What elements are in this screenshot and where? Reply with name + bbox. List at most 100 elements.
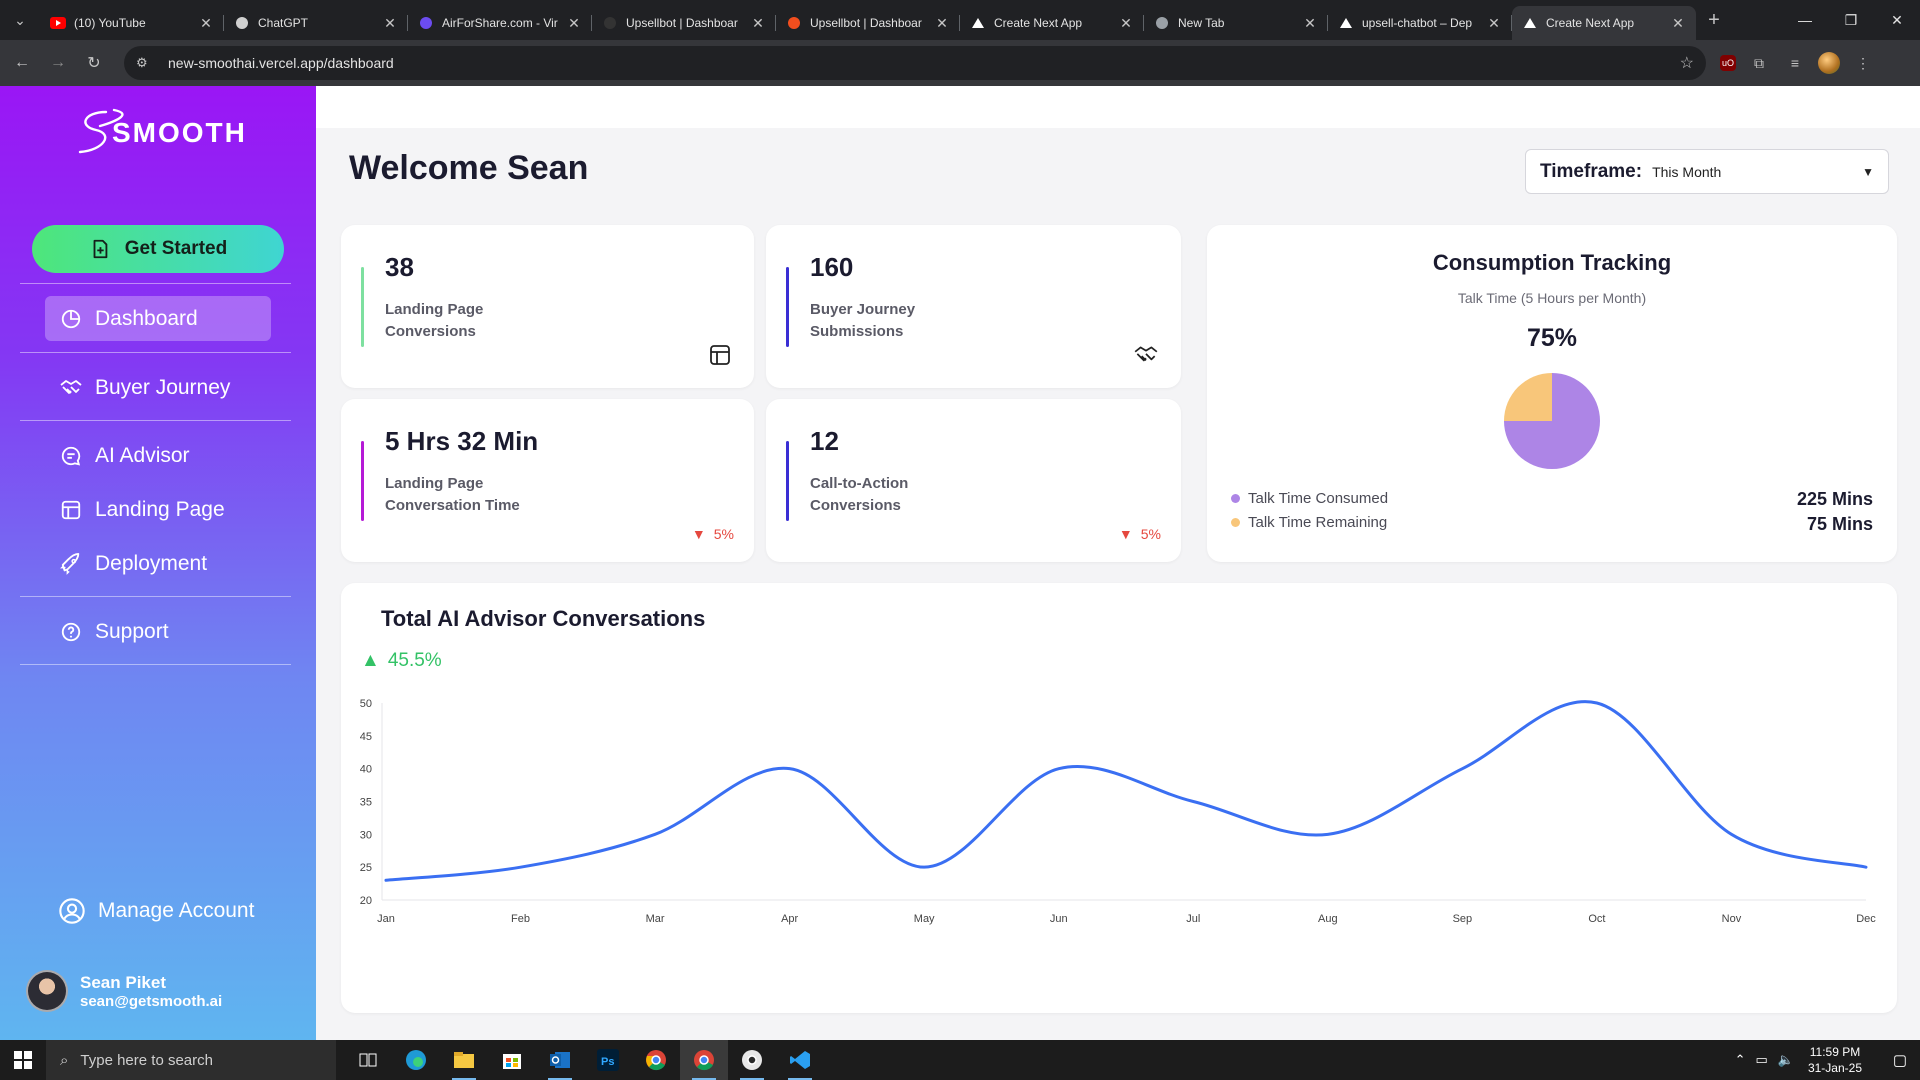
timeframe-select[interactable]: Timeframe: This Month ▼ (1525, 149, 1889, 194)
task-view-icon[interactable] (344, 1040, 392, 1080)
profile-avatar-icon[interactable] (1818, 52, 1840, 74)
user-email: sean@getsmooth.ai (80, 992, 223, 1010)
sidebar-divider (20, 420, 291, 421)
new-tab-button[interactable]: + (1696, 9, 1732, 32)
window-controls: — ❐ ✕ (1782, 0, 1920, 40)
arrow-up-icon: ▲ (361, 650, 380, 671)
caret-down-icon[interactable]: ▼ (1862, 165, 1874, 179)
legend-label: Talk Time Consumed (1248, 490, 1389, 507)
browser-tab[interactable]: Upsellbot | Dashboar ✕ (592, 6, 776, 40)
browser-tab[interactable]: AirForShare.com - Vir ✕ (408, 6, 592, 40)
notification-icon[interactable]: ▢ (1880, 1051, 1920, 1069)
x-tick-label: Dec (1856, 913, 1876, 925)
x-tick-label: May (914, 913, 935, 925)
remaining-value: 75 Mins (1806, 514, 1873, 534)
forward-icon[interactable]: → (40, 45, 76, 81)
arrow-down-icon: ▼ (1118, 526, 1133, 542)
close-tab-icon[interactable]: ✕ (382, 15, 398, 32)
chrome-icon[interactable] (632, 1040, 680, 1080)
close-tab-icon[interactable]: ✕ (1486, 15, 1502, 32)
clock[interactable]: 11:59 PM 31-Jan-25 (1808, 1044, 1862, 1076)
clock-date: 31-Jan-25 (1807, 1061, 1862, 1075)
sidebar-item-support[interactable]: Support (45, 609, 271, 654)
windows-start-icon[interactable] (0, 1040, 46, 1080)
tab-search-icon[interactable]: ⌄ (0, 0, 40, 40)
address-bar[interactable]: ⚙ new-smoothai.vercel.app/dashboard ☆ (124, 46, 1706, 80)
browser-tab[interactable]: (10) YouTube ✕ (40, 6, 224, 40)
series-line (384, 700, 1868, 882)
file-explorer-icon[interactable] (440, 1040, 488, 1080)
chevron-up-icon[interactable]: ⌃ (1735, 1052, 1746, 1068)
stat-label: Landing Page Conversions (385, 301, 484, 340)
vercel-icon (970, 15, 986, 31)
tab-title: Create Next App (994, 16, 1083, 30)
url-text[interactable]: new-smoothai.vercel.app/dashboard (168, 55, 1680, 71)
chart-delta: ▲ 45.5% (361, 650, 442, 672)
sidebar-item-buyer-journey[interactable]: Buyer Journey (45, 365, 271, 410)
clock-time: 11:59 PM (1809, 1045, 1861, 1059)
browser-tab[interactable]: ChatGPT ✕ (224, 6, 408, 40)
sidebar-item-dashboard[interactable]: Dashboard (45, 296, 271, 341)
close-tab-icon[interactable]: ✕ (1670, 15, 1686, 32)
user-circle-icon (59, 898, 85, 924)
legend-dot (1231, 518, 1240, 527)
close-tab-icon[interactable]: ✕ (1302, 15, 1318, 32)
close-tab-icon[interactable]: ✕ (934, 15, 950, 32)
user-profile[interactable]: Sean Piket sean@getsmooth.ai (26, 970, 222, 1012)
store-icon[interactable] (488, 1040, 536, 1080)
outlook-icon[interactable] (536, 1040, 584, 1080)
volume-icon[interactable]: 🔈 (1778, 1052, 1794, 1068)
browser-tab[interactable]: Create Next App ✕ (1512, 6, 1696, 40)
network-icon[interactable]: ▭ (1755, 1052, 1767, 1068)
y-tick-label: 45 (360, 731, 372, 743)
close-tab-icon[interactable]: ✕ (1118, 15, 1134, 32)
browser-menu-icon[interactable]: ⋮ (1850, 50, 1876, 76)
x-tick-label: Oct (1588, 913, 1605, 925)
media-control-icon[interactable]: ≡ (1782, 50, 1808, 76)
restore-icon[interactable]: ❐ (1828, 0, 1874, 40)
get-started-button[interactable]: Get Started (32, 225, 284, 273)
browser-tab[interactable]: Upsellbot | Dashboar ✕ (776, 6, 960, 40)
taskbar-search[interactable]: ⌕ Type here to search (46, 1040, 336, 1080)
stat-card-buyer-journey-submissions: 160 Buyer Journey Submissions (766, 225, 1181, 388)
reload-icon[interactable]: ↻ (76, 45, 112, 81)
back-icon[interactable]: ← (4, 45, 40, 81)
close-tab-icon[interactable]: ✕ (198, 15, 214, 32)
chrome-profile-icon[interactable] (680, 1040, 728, 1080)
browser-tab[interactable]: upsell-chatbot – Dep ✕ (1328, 6, 1512, 40)
legend-consumed: Talk Time Consumed (1231, 490, 1388, 507)
handshake-icon (1133, 343, 1159, 372)
minimize-icon[interactable]: — (1782, 0, 1828, 40)
extensions-puzzle-icon[interactable]: ⧉ (1746, 50, 1772, 76)
page-title: Welcome Sean (349, 149, 589, 187)
stat-card-landing-page-conversions: 38 Landing Page Conversions (341, 225, 754, 388)
tab-title: Create Next App (1546, 16, 1635, 30)
ublock-extension-icon[interactable]: uO (1720, 55, 1736, 71)
talk-time-pie-chart (1504, 373, 1600, 469)
photoshop-icon[interactable]: Ps (584, 1040, 632, 1080)
bookmark-star-icon[interactable]: ☆ (1680, 53, 1694, 73)
sidebar-item-landing-page[interactable]: Landing Page (45, 487, 271, 532)
edge-icon[interactable] (392, 1040, 440, 1080)
pie-slice-remaining (1504, 373, 1552, 421)
manage-account-button[interactable]: Manage Account (58, 897, 254, 925)
vscode-icon[interactable] (776, 1040, 824, 1080)
sidebar-item-deployment[interactable]: Deployment (45, 541, 271, 586)
close-tab-icon[interactable]: ✕ (566, 15, 582, 32)
close-window-icon[interactable]: ✕ (1874, 0, 1920, 40)
browser-tab[interactable]: Create Next App ✕ (960, 6, 1144, 40)
browser-tab[interactable]: New Tab ✕ (1144, 6, 1328, 40)
extensions-area: uO ⧉ ≡ ⋮ (1720, 50, 1876, 76)
timeframe-value[interactable]: This Month (1652, 164, 1862, 180)
stat-label: Landing Page Conversation Time (385, 475, 520, 514)
chrome-second-profile-icon[interactable] (728, 1040, 776, 1080)
legend-remaining: Talk Time Remaining (1231, 514, 1387, 531)
site-info-icon[interactable]: ⚙ (136, 55, 156, 71)
figma-icon (786, 15, 802, 31)
x-tick-label: Aug (1318, 913, 1338, 925)
sidebar-item-ai-advisor[interactable]: AI Advisor (45, 433, 271, 478)
taskbar-search-placeholder[interactable]: Type here to search (80, 1052, 213, 1069)
sidebar-item-label: Landing Page (95, 497, 225, 521)
x-tick-label: Jun (1050, 913, 1068, 925)
close-tab-icon[interactable]: ✕ (750, 15, 766, 32)
